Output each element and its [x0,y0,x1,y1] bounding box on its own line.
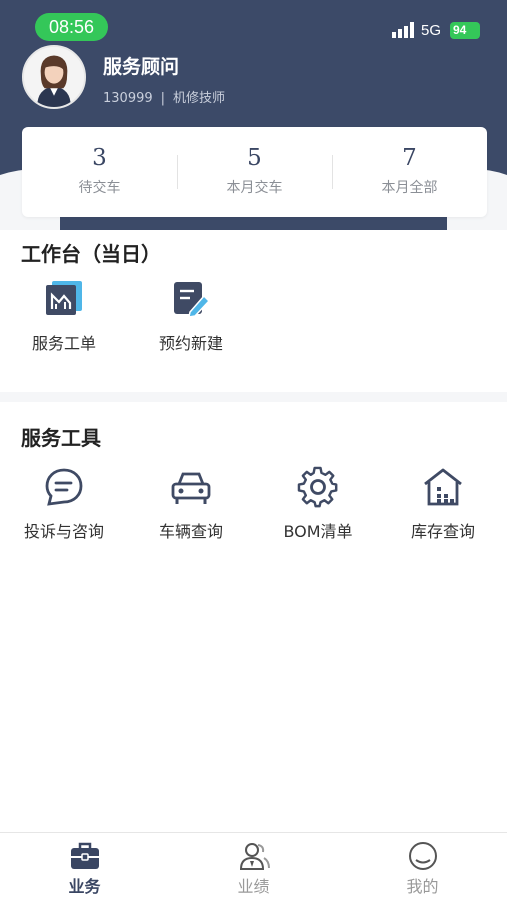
status-bar: 08:56 5G 94 [0,0,507,52]
service-order-button[interactable]: 服务工单 [4,278,124,354]
bottom-tab-bar: 业务 业绩 我的 [0,832,507,900]
stat-month-all[interactable]: 7 本月全部 [332,127,487,217]
status-time: 08:56 [35,13,108,41]
chart-report-icon [46,281,82,315]
chat-bubble-icon [45,468,83,506]
user-role: 机修技师 [173,91,226,106]
complaint-consult-button[interactable]: 投诉与咨询 [4,466,124,542]
grid-item-label: 车辆查询 [158,522,223,541]
tab-label: 业务 [68,877,101,896]
stat-label: 本月全部 [381,180,438,196]
battery-icon: 94 [450,22,480,39]
stat-value: 7 [402,145,417,171]
car-icon [171,472,211,504]
section-title: 服务工具 [21,426,101,450]
document-edit-icon [174,282,211,318]
workbench-section: 工作台（当日） 服务工单 预约新建 [0,230,507,392]
signal-icon [392,22,414,38]
service-tools-section: 服务工具 投诉与咨询 车辆查询 BOM清单 库存查询 [0,402,507,832]
section-title: 工作台（当日） [21,242,161,266]
gear-icon [297,466,338,508]
stat-label: 待交车 [78,180,121,196]
grid-item-label: 服务工单 [31,334,96,353]
inventory-query-button[interactable]: 库存查询 [383,466,503,542]
profile-circle-icon [408,842,437,870]
avatar[interactable] [22,45,86,109]
stat-month-delivered[interactable]: 5 本月交车 [177,127,332,217]
stat-value: 5 [247,145,262,171]
stats-card: 3 待交车 5 本月交车 7 本月全部 [22,127,487,217]
avatar-person-icon [24,47,84,107]
stat-pending-delivery[interactable]: 3 待交车 [22,127,177,217]
user-name: 服务顾问 [103,56,180,78]
tab-performance[interactable]: 业绩 [169,833,338,900]
grid-item-label: BOM清单 [283,522,353,541]
tab-label: 业绩 [237,877,270,896]
grid-item-label: 预约新建 [158,334,223,353]
new-appointment-button[interactable]: 预约新建 [131,278,251,354]
grid-item-label: 库存查询 [410,522,475,541]
grid-item-label: 投诉与咨询 [23,522,104,541]
bom-list-button[interactable]: BOM清单 [258,466,378,542]
users-icon [239,843,270,870]
network-type: 5G [421,22,442,39]
tab-business[interactable]: 业务 [0,833,169,900]
user-meta: 130999 | 机修技师 [103,87,225,106]
stat-label: 本月交车 [226,180,283,196]
user-id: 130999 [103,91,153,106]
briefcase-icon [70,842,99,869]
tab-label: 我的 [406,877,439,896]
meta-separator: | [160,91,166,106]
warehouse-icon [424,468,462,506]
stat-value: 3 [92,145,107,171]
vehicle-query-button[interactable]: 车辆查询 [131,466,251,542]
tab-mine[interactable]: 我的 [338,833,507,900]
